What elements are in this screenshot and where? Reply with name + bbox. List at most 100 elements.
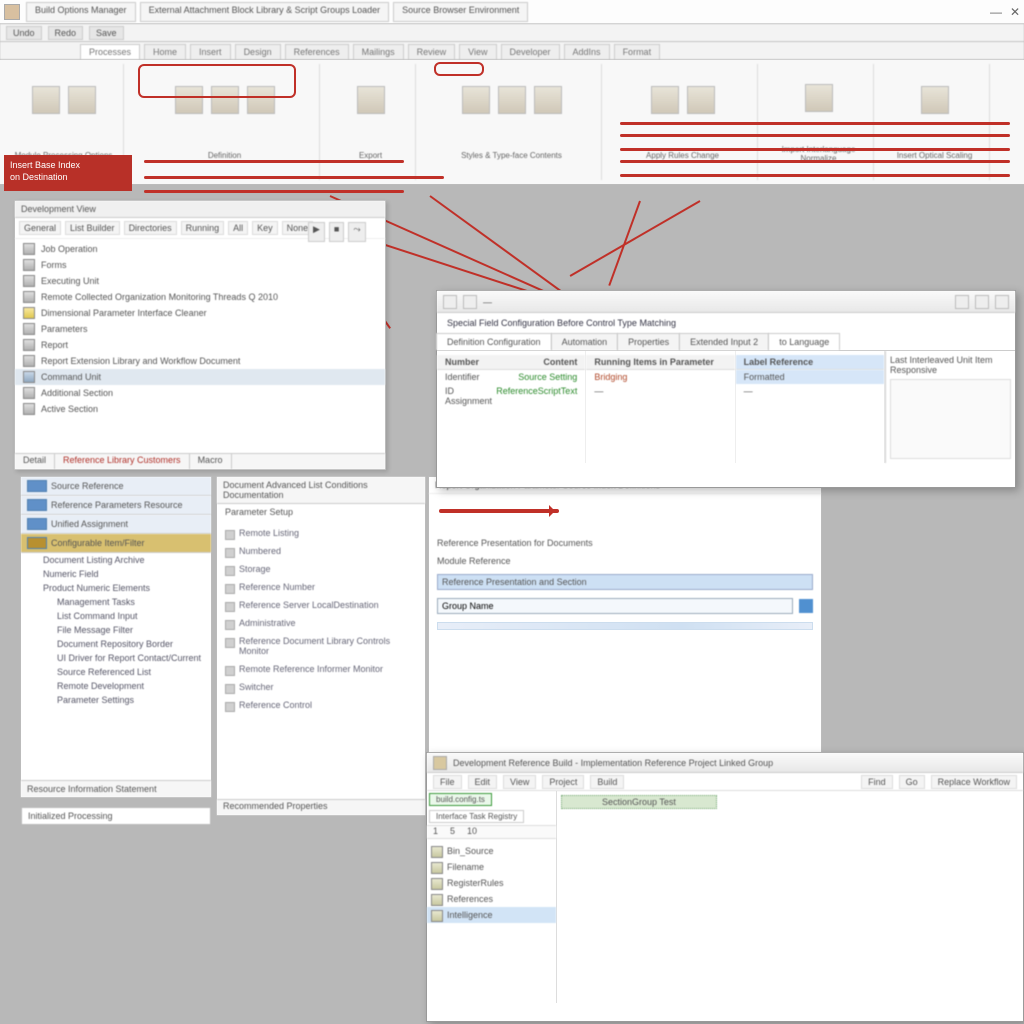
nav-item[interactable]: Source Referenced List bbox=[21, 665, 211, 679]
mini-stop[interactable]: ■ bbox=[329, 222, 344, 242]
obj-item[interactable]: Forms bbox=[15, 257, 385, 273]
dlg-tab-ext[interactable]: Extended Input 2 bbox=[679, 333, 769, 350]
ribbon-tab-home[interactable]: Home bbox=[144, 44, 186, 59]
group-input[interactable] bbox=[437, 598, 793, 614]
obj-item[interactable]: Command Unit bbox=[15, 369, 385, 385]
paste-icon[interactable] bbox=[32, 86, 60, 114]
nav-section-2[interactable]: Reference Parameters Resource bbox=[21, 496, 211, 515]
objtool-list[interactable]: List Builder bbox=[65, 221, 120, 235]
dlg-tab-auto[interactable]: Automation bbox=[551, 333, 619, 350]
objtool-dir[interactable]: Directories bbox=[124, 221, 177, 235]
menu-tools[interactable]: Go bbox=[899, 775, 925, 789]
title-tab-1[interactable]: Build Options Manager bbox=[26, 2, 136, 22]
grid-cell[interactable]: ID Assignment bbox=[445, 386, 496, 406]
ribbon-tab-insert[interactable]: Insert bbox=[190, 44, 231, 59]
dlg-tab-def[interactable]: Definition Configuration bbox=[436, 333, 552, 350]
export-icon[interactable] bbox=[357, 86, 385, 114]
page-icon[interactable] bbox=[687, 86, 715, 114]
task-item[interactable]: Reference Control bbox=[217, 696, 425, 714]
ribbon-tab-developer[interactable]: Developer bbox=[501, 44, 560, 59]
menu-project[interactable]: Project bbox=[542, 775, 584, 789]
proj-item[interactable]: Bin_Source bbox=[427, 843, 556, 859]
editor-tab-active[interactable]: build.config.ts bbox=[429, 793, 492, 806]
browse-button[interactable] bbox=[799, 599, 813, 613]
task-item[interactable]: Remote Listing bbox=[217, 524, 425, 542]
dlg-tab-lang[interactable]: to Language bbox=[768, 333, 840, 350]
grid-cell[interactable]: ReferenceScriptText bbox=[496, 386, 577, 406]
color-icon[interactable] bbox=[498, 86, 526, 114]
editor-tab[interactable]: Interface Task Registry bbox=[429, 810, 524, 823]
dropdown-selected[interactable]: Reference Presentation and Section bbox=[437, 574, 813, 590]
proj-item[interactable]: Filename bbox=[427, 859, 556, 875]
task-item[interactable]: Remote Reference Informer Monitor bbox=[217, 660, 425, 678]
nav-item[interactable]: Numeric Field bbox=[21, 567, 211, 581]
minimize-button[interactable]: — bbox=[990, 5, 1002, 19]
menu-view[interactable]: View bbox=[503, 775, 536, 789]
nav-item[interactable]: Document Listing Archive bbox=[21, 553, 211, 567]
task-item[interactable]: Reference Number bbox=[217, 578, 425, 596]
ribbon-tab-review[interactable]: Review bbox=[408, 44, 456, 59]
obj-item[interactable]: Additional Section bbox=[15, 385, 385, 401]
nav-item[interactable]: List Command Input bbox=[21, 609, 211, 623]
task-item[interactable]: Reference Document Library Controls Moni… bbox=[217, 632, 425, 660]
objtab-macro[interactable]: Macro bbox=[190, 454, 232, 469]
grid-cell[interactable]: Bridging bbox=[594, 372, 627, 382]
objtool-key[interactable]: Key bbox=[252, 221, 278, 235]
rule-icon[interactable] bbox=[651, 86, 679, 114]
task-item[interactable]: Numbered bbox=[217, 542, 425, 560]
dlg-max-button[interactable] bbox=[975, 295, 989, 309]
nav-item[interactable]: File Message Filter bbox=[21, 623, 211, 637]
nav-item[interactable]: Document Repository Border bbox=[21, 637, 211, 651]
nav-section-1[interactable]: Source Reference bbox=[21, 477, 211, 496]
dlg-close-button[interactable] bbox=[995, 295, 1009, 309]
qat-save[interactable]: Save bbox=[89, 26, 124, 40]
ribbon-tab-processes[interactable]: Processes bbox=[80, 44, 140, 59]
mini-step[interactable]: ⤳ bbox=[348, 222, 365, 242]
objtab-detail[interactable]: Detail bbox=[15, 454, 55, 469]
import-icon[interactable] bbox=[805, 84, 833, 112]
nav-item[interactable]: Remote Development bbox=[21, 679, 211, 693]
ribbon-tab-format[interactable]: Format bbox=[614, 44, 661, 59]
objtool-all[interactable]: All bbox=[228, 221, 248, 235]
qat-redo[interactable]: Redo bbox=[48, 26, 84, 40]
grid-cell[interactable]: — bbox=[744, 386, 753, 396]
proj-item[interactable]: References bbox=[427, 891, 556, 907]
ribbon-tab-addins[interactable]: AddIns bbox=[564, 44, 610, 59]
title-tab-3[interactable]: Source Browser Environment bbox=[393, 2, 528, 22]
nav-section-3[interactable]: Unified Assignment bbox=[21, 515, 211, 534]
cut-icon[interactable] bbox=[68, 86, 96, 114]
nav-item[interactable]: Management Tasks bbox=[21, 595, 211, 609]
dlg-min-button[interactable] bbox=[955, 295, 969, 309]
ribbon-tab-design[interactable]: Design bbox=[235, 44, 281, 59]
zoom-icon[interactable] bbox=[921, 86, 949, 114]
title-tab-2[interactable]: External Attachment Block Library & Scri… bbox=[140, 2, 390, 22]
ribbon-tab-mailings[interactable]: Mailings bbox=[353, 44, 404, 59]
code-editor[interactable]: SectionGroup Test bbox=[557, 791, 1023, 1003]
grid-cell[interactable]: Formatted bbox=[744, 372, 785, 382]
objtab-ref[interactable]: Reference Library Customers bbox=[55, 454, 190, 469]
task-item[interactable]: Reference Server LocalDestination bbox=[217, 596, 425, 614]
menu-edit[interactable]: Edit bbox=[468, 775, 498, 789]
menu-file[interactable]: File bbox=[433, 775, 462, 789]
mini-run[interactable]: ▶ bbox=[308, 222, 325, 242]
menu-debug[interactable]: Find bbox=[861, 775, 893, 789]
close-button[interactable]: ✕ bbox=[1010, 5, 1020, 19]
dlg-fwd-button[interactable] bbox=[463, 295, 477, 309]
obj-item[interactable]: Parameters bbox=[15, 321, 385, 337]
ribbon-tab-references[interactable]: References bbox=[285, 44, 349, 59]
grid-cell[interactable]: Source Setting bbox=[518, 372, 577, 382]
align-icon[interactable] bbox=[534, 86, 562, 114]
obj-item[interactable]: Dimensional Parameter Interface Cleaner bbox=[15, 305, 385, 321]
proj-item[interactable]: RegisterRules bbox=[427, 875, 556, 891]
nav-item[interactable]: Parameter Settings bbox=[21, 693, 211, 707]
obj-item[interactable]: Job Operation bbox=[15, 241, 385, 257]
menu-build[interactable]: Build bbox=[590, 775, 624, 789]
dlg-back-button[interactable] bbox=[443, 295, 457, 309]
nav-item[interactable]: Product Numeric Elements bbox=[21, 581, 211, 595]
font-icon[interactable] bbox=[462, 86, 490, 114]
nav-section-4[interactable]: Configurable Item/Filter bbox=[21, 534, 211, 553]
obj-item[interactable]: Executing Unit bbox=[15, 273, 385, 289]
grid-cell[interactable]: Identifier bbox=[445, 372, 480, 382]
obj-item[interactable]: Active Section bbox=[15, 401, 385, 417]
nav-item[interactable]: UI Driver for Report Contact/Current bbox=[21, 651, 211, 665]
